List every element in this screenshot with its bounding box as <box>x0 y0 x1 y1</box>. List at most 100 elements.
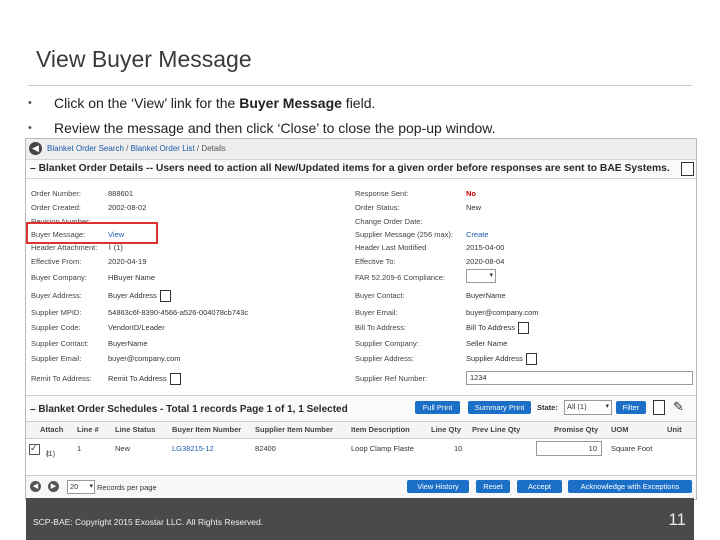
row-checkbox[interactable]: ✓ <box>29 443 40 455</box>
summary-print-button[interactable]: Summary Print <box>468 401 531 414</box>
supplier-message-create-link[interactable]: Create <box>466 229 489 240</box>
paperclip-icon: ⌇ <box>108 243 112 252</box>
copy-icon[interactable] <box>681 162 694 176</box>
row-item-description: Loop Clamp Flaste <box>351 444 414 453</box>
promise-qty-input[interactable]: 10 <box>536 441 602 456</box>
field-far-compliance: FAR 52.209-6 Compliance: <box>355 273 446 282</box>
chevron-down-icon: ▾ <box>89 483 93 490</box>
reset-button[interactable]: Reset <box>476 480 510 493</box>
schedules-header: – Blanket Order Schedules - Total 1 reco… <box>26 395 696 422</box>
chevron-down-icon: ▾ <box>605 403 609 410</box>
table-row[interactable]: ✓ ⌇ (1) 1 New LG38215-12 82400 Loop Clam… <box>26 439 696 459</box>
next-page-icon[interactable]: ▶ <box>48 481 59 492</box>
col-supplier-item-number[interactable]: Supplier Item Number <box>255 425 333 434</box>
col-line-status[interactable]: Line Status <box>115 425 155 434</box>
state-select[interactable]: All (1) ▾ <box>564 400 612 415</box>
field-supplier-address: Supplier Address: Supplier Address <box>355 353 537 366</box>
row-supplier-item: 82400 <box>255 444 276 453</box>
page-number: 11 <box>668 510 686 529</box>
field-bill-to-address: Bill To Address: Bill To Address <box>355 322 530 335</box>
bullet-2-text: Review the message and then click ‘Close… <box>54 120 496 136</box>
bullet-1-post: field. <box>341 95 376 111</box>
col-line-number[interactable]: Line # <box>77 425 99 434</box>
export-icon[interactable] <box>653 400 665 415</box>
field-supplier-email: Supplier Email: buyer@company.com <box>31 354 181 363</box>
breadcrumb-current: Details <box>201 144 226 153</box>
breadcrumb-separator: / <box>123 144 131 153</box>
bullet-1-text: Click on the ‘View’ link for the <box>54 95 240 111</box>
field-order-status: Order Status: New <box>355 203 482 212</box>
col-prev-line-qty[interactable]: Prev Line Qty <box>472 425 520 434</box>
field-remit-to-address: Remit To Address: Remit To Address <box>31 373 181 386</box>
buyer-message-highlight <box>26 222 158 244</box>
row-line-status: New <box>115 444 131 453</box>
col-unit[interactable]: Unit <box>667 425 682 434</box>
field-supplier-company: Supplier Company: Seller Name <box>355 339 508 348</box>
title-divider <box>28 85 692 86</box>
schedules-title[interactable]: – Blanket Order Schedules - Total 1 reco… <box>30 404 348 415</box>
field-supplier-ref-number: Supplier Ref Number: <box>355 374 428 383</box>
filter-button[interactable]: Filter <box>616 401 646 414</box>
slide-footer: SCP-BAE: Copyright 2015 Exostar LLC. All… <box>26 498 694 540</box>
app-screenshot: ◀ Blanket Order Search / Blanket Order L… <box>25 138 697 500</box>
field-order-created: Order Created: 2002-08-02 <box>31 203 147 212</box>
col-buyer-item-number[interactable]: Buyer Item Number <box>172 425 241 434</box>
field-response-sent: Response Sent: No <box>355 189 476 198</box>
copyright-text: SCP-BAE: Copyright 2015 Exostar LLC. All… <box>33 517 264 527</box>
acknowledge-exceptions-button[interactable]: Acknowledge with Exceptions <box>568 480 692 493</box>
copy-icon[interactable] <box>169 373 181 386</box>
field-buyer-email: Buyer Email: buyer@company.com <box>355 308 539 317</box>
prev-page-icon[interactable]: ◀ <box>30 481 41 492</box>
field-header-last-modified: Header Last Modified 2015-04-00 <box>355 243 505 252</box>
copy-icon[interactable] <box>518 322 530 335</box>
far-compliance-select[interactable]: ▾ <box>466 269 496 283</box>
state-label: State: <box>537 403 558 412</box>
state-select-value: All (1) <box>567 402 587 411</box>
supplier-ref-number-input[interactable]: 1234 <box>466 371 693 385</box>
field-effective-from: Effective From: 2020-04-19 <box>31 257 147 266</box>
bullet-marker: • <box>28 97 32 109</box>
promise-qty-value: 10 <box>588 444 597 453</box>
field-effective-to: Effective To: 2020-08-04 <box>355 257 505 266</box>
col-promise-qty[interactable]: Promise Qty <box>554 425 598 434</box>
chevron-down-icon: ▾ <box>489 272 493 279</box>
bullet-1-bold: Buyer Message <box>239 95 342 111</box>
field-buyer-contact: Buyer Contact: BuyerName <box>355 291 506 300</box>
bullet-marker: • <box>28 122 32 134</box>
col-item-description[interactable]: Item Description <box>351 425 410 434</box>
records-per-page-value: 20 <box>70 482 79 491</box>
slide-title: View Buyer Message <box>36 46 252 72</box>
schedules-table-header: Attach Line # Line Status Buyer Item Num… <box>26 421 696 439</box>
row-uom: Square Foot <box>611 444 653 453</box>
edit-icon[interactable]: ✎ <box>673 399 684 415</box>
row-line-qty: 10 <box>454 444 463 453</box>
bullet-item-1: • Click on the ‘View’ link for the Buyer … <box>28 92 496 117</box>
check-icon: ✓ <box>30 443 38 453</box>
copy-icon[interactable] <box>159 290 171 303</box>
col-attach[interactable]: Attach <box>40 425 63 434</box>
breadcrumb-list[interactable]: Blanket Order List <box>131 144 195 153</box>
row-line-number: 1 <box>77 444 82 453</box>
breadcrumb: ◀ Blanket Order Search / Blanket Order L… <box>26 139 696 160</box>
view-history-button[interactable]: View History <box>407 480 469 493</box>
col-uom[interactable]: UOM <box>611 425 629 434</box>
back-arrow-icon[interactable]: ◀ <box>29 142 42 155</box>
copy-icon[interactable] <box>525 353 537 366</box>
records-per-page-label: Records per page <box>97 483 157 492</box>
order-details-header[interactable]: – Blanket Order Details -- Users need to… <box>26 160 696 179</box>
field-buyer-company: Buyer Company: HBuyer Name <box>31 273 156 282</box>
records-per-page-select[interactable]: 20 ▾ <box>67 480 95 494</box>
field-change-order-date: Change Order Date: <box>355 217 423 226</box>
full-print-button[interactable]: Full Print <box>415 401 460 414</box>
pager-bar: ◀ ▶ 20 ▾ Records per page View History Re… <box>26 475 696 498</box>
row-buyer-item-link[interactable]: LG38215-12 <box>172 444 214 453</box>
supplier-ref-number-value: 1234 <box>470 373 487 382</box>
field-order-number: Order Number: 888601 <box>31 189 134 198</box>
accept-button[interactable]: Accept <box>517 480 562 493</box>
field-supplier-code: Supplier Code: VendorID/Leader <box>31 323 165 332</box>
col-line-qty[interactable]: Line Qty <box>431 425 461 434</box>
field-supplier-mpid: Supplier MPID: 54863c6f-8390-4566-a526-00… <box>31 308 249 317</box>
breadcrumb-search[interactable]: Blanket Order Search <box>47 144 124 153</box>
order-details-title: – Blanket Order Details -- Users need to… <box>30 163 670 174</box>
field-buyer-address: Buyer Address: Buyer Address <box>31 290 171 303</box>
